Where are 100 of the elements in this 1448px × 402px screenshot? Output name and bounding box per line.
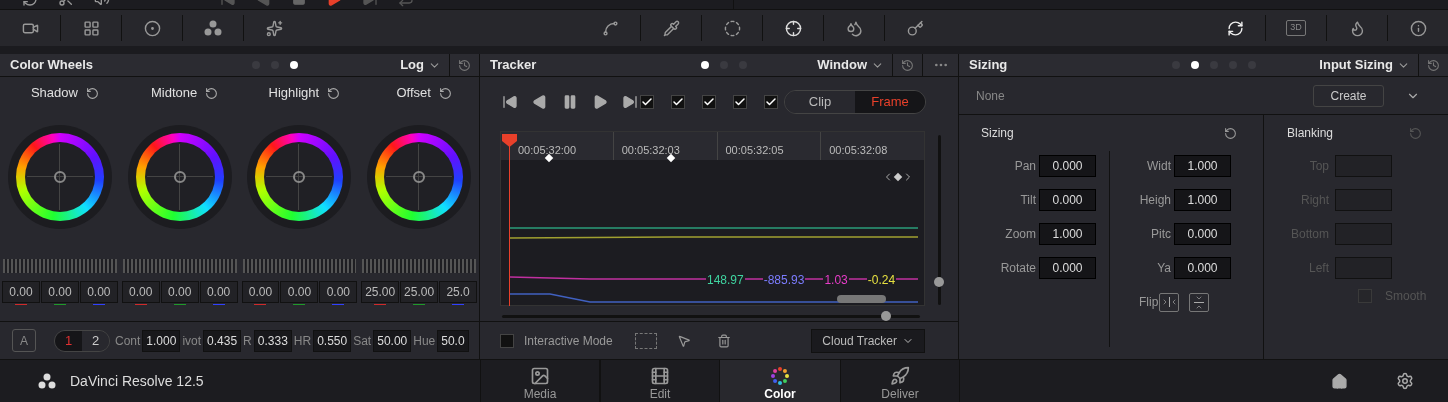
insert-point-icon[interactable] (634, 332, 657, 349)
reset-icon[interactable] (438, 86, 452, 100)
checkbox[interactable] (671, 95, 685, 109)
play-icon[interactable] (592, 94, 608, 110)
mode-dropdown[interactable]: Window (817, 55, 892, 75)
value-field[interactable]: 0.00 (160, 281, 199, 303)
droplets-icon[interactable] (845, 19, 863, 37)
value-field[interactable]: 0.000 (1174, 257, 1231, 279)
playhead[interactable] (501, 132, 519, 306)
value-field[interactable]: 0.00 (241, 281, 280, 303)
zoom-slider[interactable] (934, 135, 944, 305)
value-field[interactable]: 25.00 (400, 281, 439, 303)
field-label: Heigh (1138, 192, 1172, 209)
create-button[interactable]: Create (1313, 84, 1384, 107)
page-tab[interactable]: Color (720, 360, 840, 402)
reset-icon[interactable] (458, 58, 471, 72)
section-title: Blanking (1287, 125, 1334, 142)
app-name: DaVinci Resolve 12.5 (70, 371, 204, 391)
param-field[interactable]: 0.550 (313, 329, 352, 352)
three-circles-icon[interactable] (204, 20, 222, 36)
reset-icon[interactable] (85, 86, 99, 100)
pointer-icon[interactable] (676, 333, 691, 348)
param-field[interactable]: 1.000 (142, 329, 181, 352)
value-field[interactable]: 0.00 (40, 281, 79, 303)
param-field[interactable]: 0.333 (253, 329, 292, 352)
checkbox[interactable] (640, 95, 654, 109)
value-field[interactable]: 25.00 (361, 281, 400, 303)
track-graph[interactable]: 00:05:32:00 00:05:32:03 00:05:32:05 00:05:32:08 148.97 -885.93 1.03 -0.24 (500, 131, 925, 306)
scope-tab[interactable]: Frame (855, 91, 925, 113)
skip-forward-icon[interactable] (622, 94, 638, 110)
logo-icon[interactable] (38, 373, 56, 389)
skip-back-icon[interactable] (502, 94, 518, 110)
reverse-play-icon[interactable] (532, 94, 548, 110)
page-tab[interactable]: Media (480, 360, 600, 402)
refresh-icon[interactable] (1226, 19, 1244, 37)
value-field[interactable]: 0.00 (79, 281, 118, 303)
pause-icon[interactable] (562, 94, 578, 110)
value-field[interactable]: 25.0 (439, 281, 477, 303)
value-field[interactable]: 0.000 (1039, 257, 1096, 279)
slider-thumb[interactable] (934, 277, 944, 288)
tracker-dropdown[interactable]: Cloud Tracker (811, 328, 925, 353)
param-field[interactable]: 50.00 (373, 329, 412, 352)
image-icon (530, 366, 550, 386)
value-field[interactable]: 0.000 (1174, 223, 1231, 245)
page-tab[interactable]: Deliver (840, 360, 960, 402)
reset-icon[interactable] (1224, 126, 1237, 140)
reset-icon[interactable] (1427, 58, 1440, 72)
timecode-label: 00:05:32:05 (725, 144, 784, 156)
value-field[interactable]: 0.00 (121, 281, 160, 303)
reset-icon[interactable] (901, 58, 914, 72)
value-field[interactable]: 0.00 (2, 281, 40, 303)
mode-dropdown[interactable]: Log (400, 55, 449, 75)
auto-button[interactable]: A (12, 329, 36, 352)
settings-icon[interactable] (1396, 372, 1414, 390)
dashed-circle-icon[interactable] (723, 19, 741, 37)
value-field[interactable]: 1.000 (1174, 189, 1231, 211)
value-field[interactable]: 0.00 (280, 281, 319, 303)
reset-icon[interactable] (327, 86, 341, 100)
3d-badge[interactable]: 3D (1286, 20, 1306, 36)
rocket-icon (890, 366, 910, 386)
curve-icon[interactable] (601, 19, 619, 37)
mode-dropdown[interactable]: Input Sizing (1319, 55, 1418, 75)
circle-dot-icon[interactable] (143, 19, 161, 37)
checkbox[interactable] (764, 95, 778, 109)
target-icon[interactable] (784, 19, 802, 37)
keyframe-icon[interactable] (893, 172, 903, 182)
value-field[interactable]: 0.00 (319, 281, 358, 303)
panel-title: Color Wheels (9, 56, 95, 75)
checkbox[interactable] (702, 95, 716, 109)
checkbox[interactable] (733, 95, 747, 109)
page-tab[interactable]: 1 (55, 330, 82, 351)
scroll-thumb[interactable] (837, 295, 886, 303)
param-label: HR (293, 332, 312, 350)
param-label: Sat (353, 332, 372, 350)
checkbox[interactable] (500, 333, 514, 348)
grid-icon[interactable] (82, 19, 100, 37)
eyedropper-icon[interactable] (662, 19, 680, 37)
info-icon[interactable] (1409, 19, 1427, 37)
color-dots-icon (770, 366, 790, 386)
param-field[interactable]: 0.435 (203, 329, 242, 352)
flip-horizontal-icon[interactable] (1159, 292, 1180, 312)
key-icon[interactable] (906, 19, 924, 37)
timecode-label: 00:05:32:00 (518, 144, 577, 156)
delete-icon[interactable] (716, 333, 731, 348)
value-field[interactable]: 1.000 (1174, 155, 1231, 177)
value-field[interactable]: 0.00 (199, 281, 238, 303)
param-field[interactable]: 50.0 (437, 329, 469, 352)
value-field[interactable]: 0.000 (1039, 189, 1096, 211)
field-label: Zoom (1004, 226, 1037, 243)
timeline-slider[interactable] (502, 311, 920, 321)
sparkle-icon[interactable] (265, 19, 283, 37)
flip-vertical-icon[interactable] (1189, 292, 1210, 312)
value-field[interactable]: 1.000 (1039, 223, 1096, 245)
param-label: Cont (115, 332, 141, 350)
field-label: Widt (1146, 158, 1172, 175)
reset-icon[interactable] (205, 86, 219, 100)
value-field[interactable]: 0.000 (1039, 155, 1096, 177)
field-label: Tilt (1019, 192, 1037, 209)
home-icon[interactable] (1331, 372, 1348, 390)
slider-thumb[interactable] (881, 311, 892, 321)
